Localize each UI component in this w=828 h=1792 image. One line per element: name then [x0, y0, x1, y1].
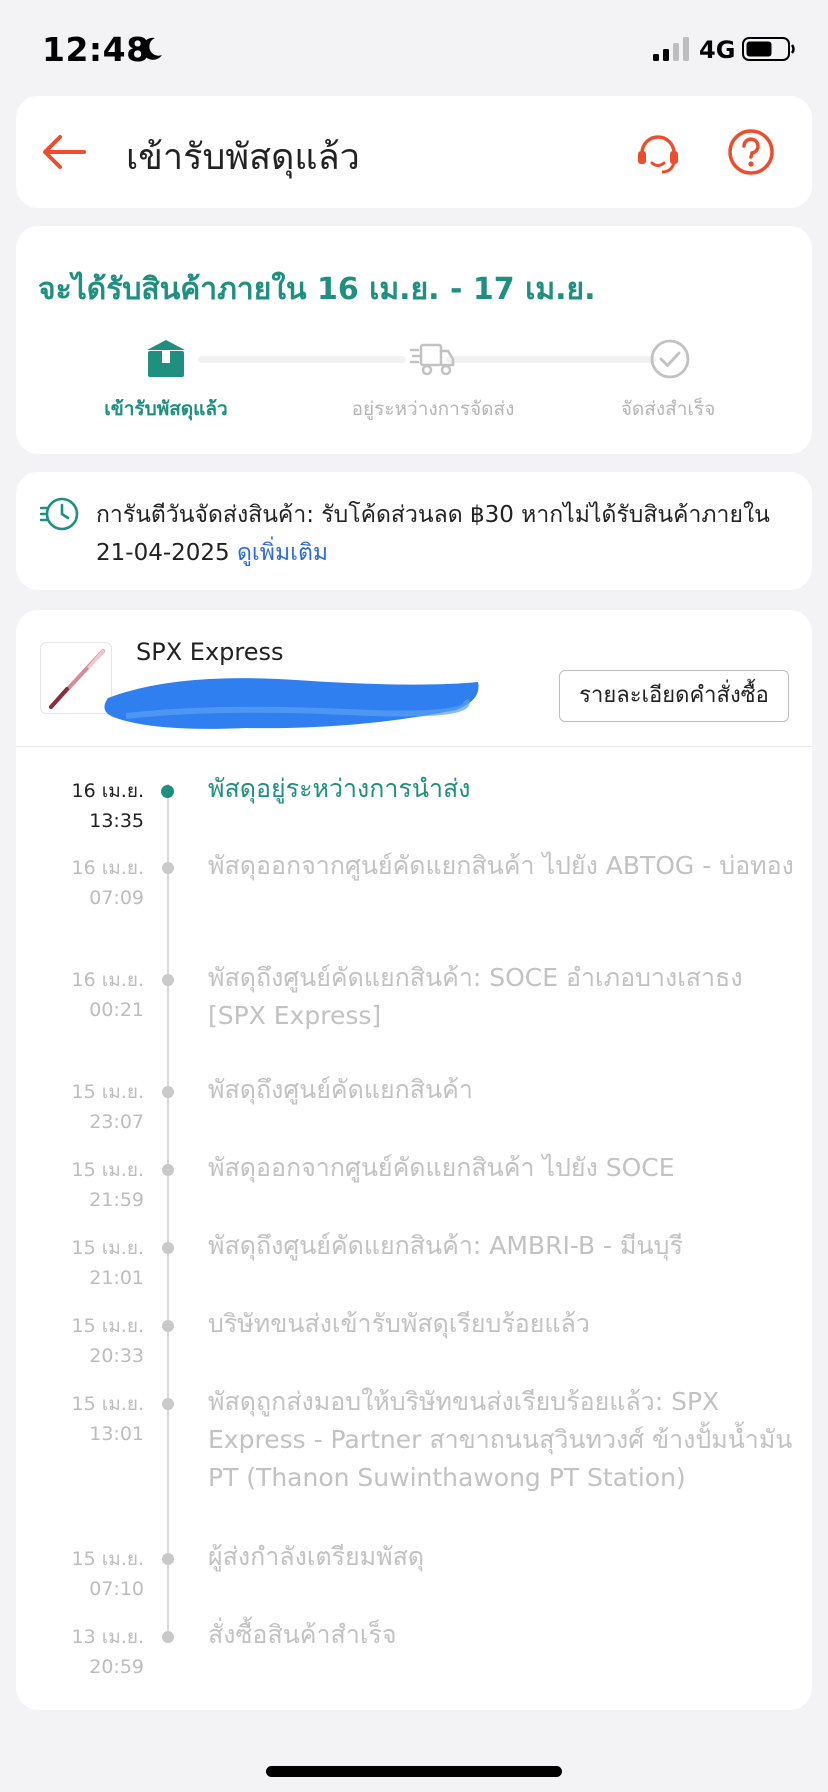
event-datetime: 16 เม.ย. 13:35	[36, 776, 144, 836]
guarantee-text: การันตีวันจัดส่งสินค้า: รับโค้ดส่วนลด ฿3…	[96, 496, 796, 572]
event-date: 16 เม.ย.	[71, 780, 144, 802]
header-bar: เข้ารับพัสดุแล้ว	[16, 96, 812, 208]
event-time: 20:33	[89, 1345, 144, 1367]
event-date: 15 เม.ย.	[71, 1237, 144, 1259]
event-description: พัสดุออกจากศูนย์คัดแยกสินค้า ไปยัง ABTOG…	[208, 851, 794, 880]
event-description: พัสดุถึงศูนย์คัดแยกสินค้า: SOCE อำเภอบาง…	[208, 963, 743, 1030]
event-time: 00:21	[89, 999, 144, 1021]
event-time: 13:01	[89, 1423, 144, 1445]
timeline-dot	[162, 1631, 174, 1643]
event-date: 15 เม.ย.	[71, 1393, 144, 1415]
event-description: พัสดุออกจากศูนย์คัดแยกสินค้า ไปยัง SOCE	[208, 1153, 675, 1182]
event-date: 15 เม.ย.	[71, 1081, 144, 1103]
timeline-dot	[162, 1320, 174, 1332]
home-indicator[interactable]	[266, 1766, 562, 1777]
event-date: 16 เม.ย.	[71, 969, 144, 991]
event-description: พัสดุถึงศูนย์คัดแยกสินค้า	[208, 1075, 473, 1104]
event-time: 20:59	[89, 1656, 144, 1678]
event-description: บริษัทขนส่งเข้ารับพัสดุเรียบร้อยแล้ว	[208, 1309, 590, 1338]
timeline-dot	[162, 1164, 174, 1176]
divider	[16, 746, 812, 747]
event-datetime: 15 เม.ย. 23:07	[36, 1077, 144, 1137]
timeline-dot	[162, 1242, 174, 1254]
event-date: 15 เม.ย.	[71, 1159, 144, 1181]
timeline-dot	[162, 1086, 174, 1098]
help-icon[interactable]	[725, 126, 777, 178]
event-description: พัสดุอยู่ระหว่างการนำส่ง	[208, 774, 471, 803]
event-date: 16 เม.ย.	[71, 857, 144, 879]
delivery-estimate: จะได้รับสินค้าภายใน 16 เม.ย. - 17 เม.ย.	[38, 272, 596, 307]
event-time: 21:59	[89, 1189, 144, 1211]
tracking-page: 12:48 4G เข้ารับพัสดุแล้ว จะได้รับสินค้า…	[0, 0, 828, 1792]
guarantee-message: การันตีวันจัดส่งสินค้า: รับโค้ดส่วนลด ฿3…	[96, 502, 770, 566]
timeline-dot	[162, 862, 174, 874]
step-label-delivered: จัดส่งสำเร็จ	[620, 398, 716, 420]
event-datetime: 15 เม.ย. 20:33	[36, 1311, 144, 1371]
progress-line-2	[446, 356, 656, 363]
carrier-name: SPX Express	[136, 638, 284, 666]
event-time: 07:09	[89, 887, 144, 909]
event-description: พัสดุถึงศูนย์คัดแยกสินค้า: AMBRI-B - มีน…	[208, 1231, 683, 1260]
event-datetime: 15 เม.ย. 13:01	[36, 1389, 144, 1449]
battery-icon	[742, 37, 795, 61]
event-date: 15 เม.ย.	[71, 1315, 144, 1337]
order-details-button[interactable]: รายละเอียดคำสั่งซื้อ	[559, 670, 789, 722]
status-time: 12:48	[42, 30, 150, 69]
event-date: 13 เม.ย.	[71, 1626, 144, 1648]
delivery-status-card: จะได้รับสินค้าภายใน 16 เม.ย. - 17 เม.ย. …	[16, 226, 812, 454]
tracking-card: SPX Express รายละเอียดคำสั่งซื้อ 16 เม.ย…	[16, 610, 812, 1710]
see-more-link[interactable]: ดูเพิ่มเติม	[237, 540, 328, 566]
network-label: 4G	[699, 36, 736, 64]
event-datetime: 15 เม.ย. 21:59	[36, 1155, 144, 1215]
timeline-dot	[162, 1553, 174, 1565]
page-title: เข้ารับพัสดุแล้ว	[126, 137, 360, 178]
timeline-dot	[161, 785, 174, 798]
timeline-dot	[162, 1398, 174, 1410]
timeline-rail	[167, 784, 169, 1638]
package-icon	[147, 340, 185, 377]
delivery-guarantee-card: การันตีวันจัดส่งสินค้า: รับโค้ดส่วนลด ฿3…	[16, 472, 812, 590]
event-datetime: 16 เม.ย. 07:09	[36, 853, 144, 913]
event-datetime: 16 เม.ย. 00:21	[36, 965, 144, 1025]
event-time: 13:35	[89, 810, 144, 832]
event-time: 23:07	[89, 1111, 144, 1133]
redacted-tracking-number	[104, 678, 479, 729]
truck-icon	[409, 343, 455, 376]
step-label-picked-up: เข้ารับพัสดุแล้ว	[104, 398, 228, 420]
event-time: 21:01	[89, 1267, 144, 1289]
signal-icon	[653, 37, 689, 61]
timeline-dot	[162, 974, 174, 986]
event-datetime: 15 เม.ย. 07:10	[36, 1544, 144, 1604]
event-description: ผู้ส่งกำลังเตรียมพัสดุ	[208, 1542, 425, 1571]
clock-icon	[40, 497, 79, 531]
event-time: 07:10	[89, 1578, 144, 1600]
event-datetime: 13 เม.ย. 20:59	[36, 1622, 144, 1682]
progress-line-1	[198, 356, 406, 363]
customer-support-icon[interactable]	[632, 126, 684, 178]
event-date: 15 เม.ย.	[71, 1548, 144, 1570]
moon-icon	[141, 37, 162, 60]
status-bar: 12:48 4G	[0, 0, 828, 94]
step-label-in-transit: อยู่ระหว่างการจัดส่ง	[351, 398, 515, 420]
event-description: สั่งซื้อสินค้าสำเร็จ	[208, 1620, 397, 1649]
back-arrow-icon[interactable]	[40, 128, 88, 176]
check-circle-icon	[650, 339, 690, 379]
event-datetime: 15 เม.ย. 21:01	[36, 1233, 144, 1293]
event-description: พัสดุถูกส่งมอบให้บริษัทขนส่งเรียบร้อยแล้…	[208, 1387, 793, 1492]
